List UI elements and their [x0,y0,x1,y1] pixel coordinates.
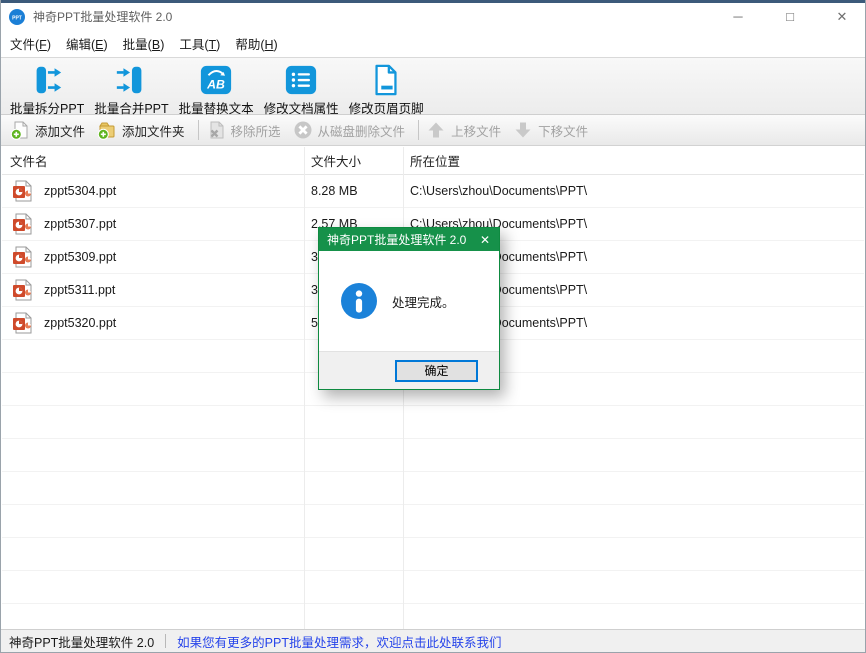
replace-text-button[interactable]: AB 批量替换文本 [174,62,259,118]
app-logo-icon: PPT [9,9,25,25]
main-toolbar: 批量拆分PPT 批量合并PPT AB 批量替换文本 修改文档属性 修改页眉页脚 [1,57,865,115]
merge-ppt-label: 批量合并PPT [94,98,168,117]
menu-tools[interactable]: 工具(T) [174,31,225,56]
merge-ppt-icon [113,63,149,97]
move-up-icon [426,120,446,140]
add-folder-button[interactable]: 添加文件夹 [94,120,194,140]
file-toolbar: 添加文件 添加文件夹 移除所选 从磁盘删除文件 上移文件 下移文件 [1,115,865,146]
status-bar: 神奇PPT批量处理软件 2.0 如果您有更多的PPT批量处理需求，欢迎点击此处联… [1,629,865,652]
menu-bar: 文件(F) 编辑(E) 批量(B) 工具(T) 帮助(H) [1,30,865,57]
ppt-file-icon [12,213,34,235]
app-window: PPT 神奇PPT批量处理软件 2.0 ─ □ ✕ 文件(F) 编辑(E) 批量… [0,0,866,653]
replace-text-icon: AB [198,63,234,97]
merge-ppt-button[interactable]: 批量合并PPT [89,62,173,118]
dialog-body: 处理完成。 [319,251,499,351]
close-icon[interactable]: ✕ [827,9,857,25]
info-icon [341,283,377,319]
menu-edit[interactable]: 编辑(E) [61,31,113,56]
doc-properties-button[interactable]: 修改文档属性 [259,62,344,118]
doc-properties-icon [283,63,319,97]
ok-button[interactable]: 确定 [395,360,478,382]
move-down-label: 下移文件 [538,121,588,140]
add-folder-icon [97,120,117,140]
column-header-filename[interactable]: 文件名 [2,151,304,170]
split-ppt-label: 批量拆分PPT [10,98,84,117]
add-file-icon [10,120,30,140]
file-name: zppt5307.ppt [44,217,116,231]
title-bar: PPT 神奇PPT批量处理软件 2.0 ─ □ ✕ [1,3,865,30]
delete-from-disk-button[interactable]: 从磁盘删除文件 [290,120,415,140]
remove-selected-button[interactable]: 移除所选 [203,120,290,140]
statusbar-divider [165,634,166,648]
statusbar-app-name: 神奇PPT批量处理软件 2.0 [9,632,154,651]
window-controls: ─ □ ✕ [701,9,857,25]
header-footer-button[interactable]: 修改页眉页脚 [344,62,429,118]
menu-help[interactable]: 帮助(H) [230,31,282,56]
window-title: 神奇PPT批量处理软件 2.0 [33,8,172,25]
ppt-file-icon [12,180,34,202]
dialog-message: 处理完成。 [392,292,455,311]
header-footer-label: 修改页眉页脚 [349,98,424,117]
dialog-footer: 确定 [319,351,499,389]
table-row[interactable]: zppt5304.ppt 8.28 MB C:\Users\zhou\Docum… [2,175,864,208]
add-file-button[interactable]: 添加文件 [7,120,94,140]
menu-batch[interactable]: 批量(B) [118,31,170,56]
column-header-filesize[interactable]: 文件大小 [304,151,403,170]
contact-link[interactable]: 如果您有更多的PPT批量处理需求，欢迎点击此处联系我们 [177,632,501,651]
menu-file[interactable]: 文件(F) [5,31,56,56]
column-header-location[interactable]: 所在位置 [403,151,864,170]
add-file-label: 添加文件 [35,121,85,140]
split-ppt-icon [29,63,65,97]
minimize-icon[interactable]: ─ [723,9,753,24]
doc-properties-label: 修改文档属性 [264,98,339,117]
column-divider [304,147,305,629]
maximize-icon[interactable]: □ [775,9,805,24]
move-up-button[interactable]: 上移文件 [423,120,510,140]
add-folder-label: 添加文件夹 [122,121,185,140]
split-ppt-button[interactable]: 批量拆分PPT [5,62,89,118]
replace-text-label: 批量替换文本 [179,98,254,117]
ppt-file-icon [12,279,34,301]
remove-selected-icon [206,120,226,140]
file-name: zppt5320.ppt [44,316,116,330]
dialog-title-bar: 神奇PPT批量处理软件 2.0 ✕ [319,228,499,251]
svg-text:AB: AB [206,78,225,92]
remove-selected-label: 移除所选 [231,121,281,140]
message-dialog: 神奇PPT批量处理软件 2.0 ✕ 处理完成。 确定 [318,227,500,390]
file-name: zppt5311.ppt [44,283,115,297]
delete-from-disk-icon [293,120,313,140]
toolbar-separator [198,120,199,140]
move-up-label: 上移文件 [451,121,501,140]
header-footer-icon [368,63,404,97]
dialog-close-icon[interactable]: ✕ [471,233,499,247]
move-down-icon [513,120,533,140]
ppt-file-icon [12,246,34,268]
move-down-button[interactable]: 下移文件 [510,120,597,140]
delete-from-disk-label: 从磁盘删除文件 [318,121,406,140]
table-header: 文件名 文件大小 所在位置 [2,147,864,175]
file-name: zppt5304.ppt [44,184,116,198]
dialog-title: 神奇PPT批量处理软件 2.0 [327,231,466,248]
svg-text:PPT: PPT [12,15,22,21]
file-name: zppt5309.ppt [44,250,116,264]
file-path: C:\Users\zhou\Documents\PPT\ [403,184,864,198]
toolbar-separator [418,120,419,140]
file-size: 8.28 MB [304,184,403,198]
ppt-file-icon [12,312,34,334]
